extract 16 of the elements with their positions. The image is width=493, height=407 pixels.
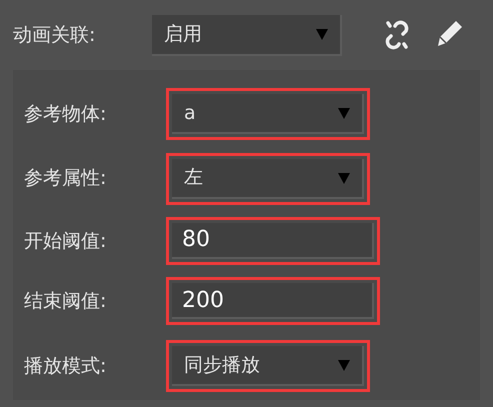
field-label: 播放模式: — [24, 354, 108, 379]
caret-icon — [338, 358, 350, 371]
field-label: 参考物体: — [24, 102, 108, 127]
caret-icon — [316, 28, 328, 40]
input-field[interactable]: 200 — [172, 283, 374, 320]
dropdown[interactable]: a — [172, 94, 364, 134]
caret-icon — [338, 172, 350, 184]
field-label: 结束阈值: — [24, 289, 108, 314]
caret-icon — [338, 107, 350, 120]
dropdown[interactable]: 启用 — [152, 14, 342, 56]
field-label: 参考属性: — [24, 166, 108, 192]
field-label: 开始阈值: — [24, 228, 108, 254]
field-label: 动画关联: — [13, 22, 96, 48]
dropdown[interactable]: 同步播放 — [172, 346, 364, 386]
dropdown[interactable]: 左 — [172, 158, 364, 199]
input-field[interactable]: 80 — [172, 222, 374, 259]
